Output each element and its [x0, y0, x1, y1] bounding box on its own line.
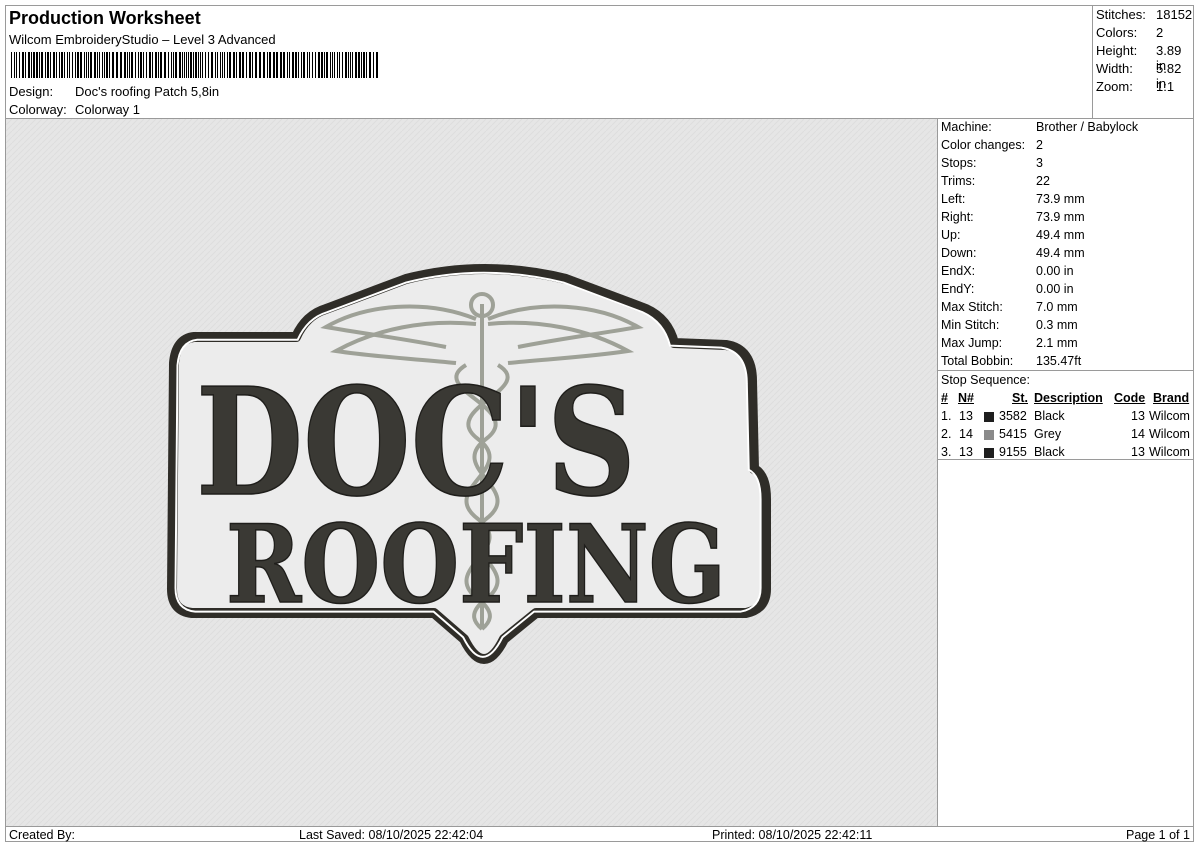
colorway-value: Colorway 1	[75, 102, 141, 117]
stat-stitches: Stitches: 18152	[1096, 7, 1193, 22]
colorway-row: Colorway: Colorway 1	[9, 102, 140, 117]
worksheet-footer: Created By: Last Saved: 08/10/2025 22:42…	[6, 826, 1193, 843]
stop-sequence-title: Stop Sequence:	[941, 373, 1030, 387]
info-color-changes: Color changes: 2	[941, 138, 1043, 152]
info-down: Down: 49.4 mm	[941, 246, 1085, 260]
worksheet-title: Production Worksheet	[9, 8, 201, 28]
stat-height: Height: 3.89 in	[1096, 43, 1182, 73]
last-saved: Last Saved: 08/10/2025 22:42:04	[299, 828, 484, 842]
info-machine: Machine: Brother / Babylock	[941, 120, 1139, 134]
machine-info-panel: Machine: Brother / Babylock Color changes…	[938, 119, 1193, 826]
colorway-label: Colorway:	[9, 102, 67, 117]
printed-date: Printed: 08/10/2025 22:42:11	[712, 828, 873, 842]
design-value: Doc's roofing Patch 5,8in	[75, 84, 220, 99]
info-endx: EndX: 0.00 in	[941, 264, 1074, 278]
info-min-stitch: Min Stitch: 0.3 mm	[941, 318, 1078, 332]
software-name: Wilcom EmbroideryStudio – Level 3 Advanc…	[9, 32, 276, 47]
info-max-stitch: Max Stitch: 7.0 mm	[941, 300, 1078, 314]
created-by: Created By:	[9, 828, 76, 842]
embroidery-design: DOC'S ROOFING	[6, 119, 937, 826]
design-row: Design: Doc's roofing Patch 5,8in	[9, 84, 219, 99]
stop-sequence: Stop Sequence: # N# St. Description Code…	[938, 370, 1193, 460]
stat-colors: Colors: 2	[1096, 25, 1164, 40]
design-text-line2: ROOFING	[226, 502, 726, 628]
info-trims: Trims: 22	[941, 174, 1050, 188]
stat-zoom: Zoom: 1:1	[1096, 79, 1175, 94]
design-preview: DOC'S ROOFING	[6, 119, 938, 826]
color-swatch	[984, 448, 994, 458]
stat-width: Width: 5.82 in	[1096, 61, 1182, 91]
worksheet-frame: Production Worksheet Wilcom EmbroiderySt…	[5, 5, 1194, 842]
page-number: Page 1 of 1	[1126, 828, 1190, 842]
stop-sequence-header: # N# St. Description Code Brand	[941, 391, 1190, 405]
info-right: Right: 73.9 mm	[941, 210, 1085, 224]
stop-row-3: 3. 13 9155 Black 13 Wilcom	[941, 445, 1190, 459]
info-max-jump: Max Jump: 2.1 mm	[941, 336, 1078, 350]
color-swatch	[984, 412, 994, 422]
info-endy: EndY: 0.00 in	[941, 282, 1074, 296]
barcode	[11, 52, 378, 78]
info-left: Left: 73.9 mm	[941, 192, 1085, 206]
stop-row-2: 2. 14 5415 Grey 14 Wilcom	[941, 427, 1190, 441]
design-label: Design:	[9, 84, 54, 99]
design-stats: Stitches: 18152 Colors: 2 Height: 3.89 in W…	[1093, 6, 1193, 119]
color-swatch	[984, 430, 994, 440]
info-up: Up: 49.4 mm	[941, 228, 1085, 242]
stop-row-1: 1. 13 3582 Black 13 Wilcom	[941, 409, 1190, 423]
info-stops: Stops: 3	[941, 156, 1043, 170]
worksheet-header: Production Worksheet Wilcom EmbroiderySt…	[6, 6, 1093, 119]
